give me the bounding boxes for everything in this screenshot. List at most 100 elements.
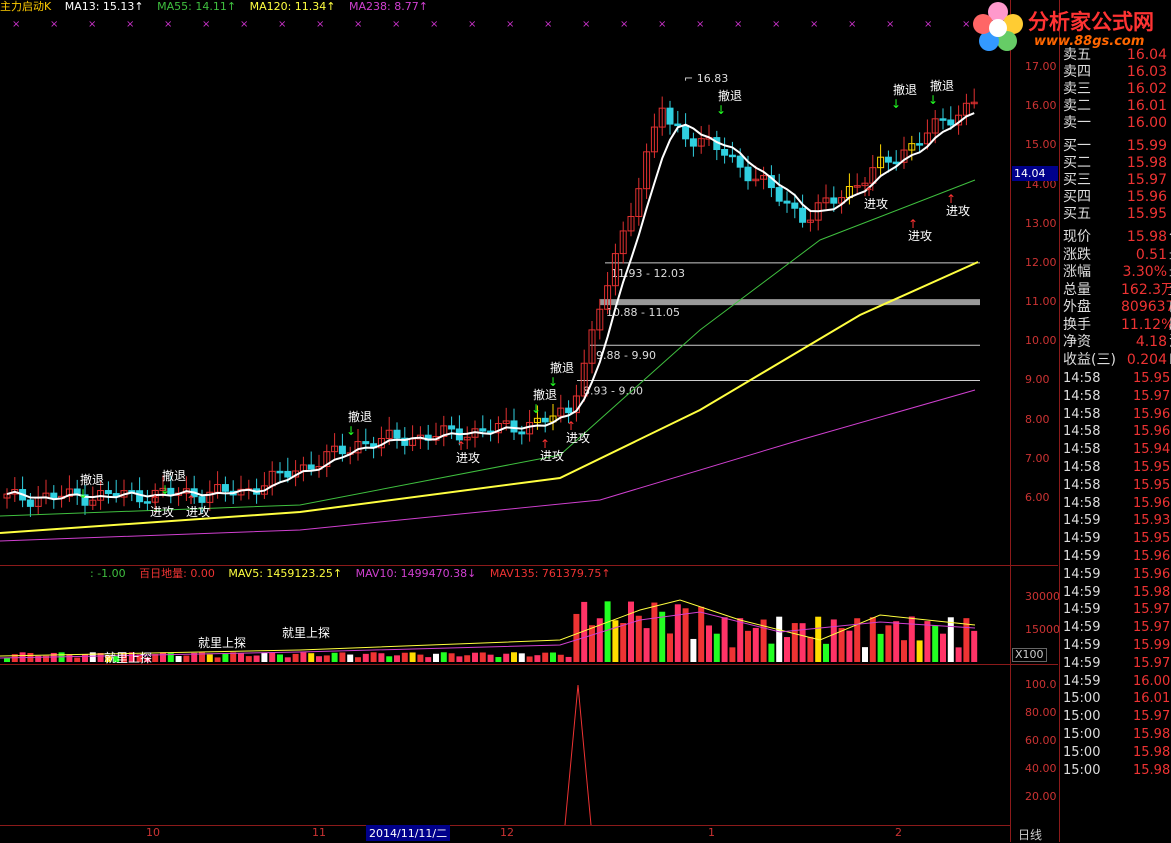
volume-bar (331, 652, 338, 662)
tick-row: 14:59 15.99 (1061, 637, 1171, 655)
volume-bar (752, 627, 759, 662)
marker-icon: × (772, 19, 780, 30)
price-tick: 7.00 (1025, 451, 1050, 465)
candle (682, 124, 690, 140)
tick-time: 15:00 (1063, 762, 1101, 778)
marker-icon: × (848, 19, 856, 30)
orderbook-row[interactable]: 卖四 16.03 (1061, 63, 1171, 81)
price-tick: 10.00 (1025, 334, 1057, 348)
volume-bar (971, 630, 978, 662)
quote-value: 809637 (1121, 299, 1171, 315)
date-tick: 2 (895, 826, 902, 839)
marker-icon: × (316, 19, 324, 30)
tick-row: 14:58 15.96 (1061, 406, 1171, 424)
tick-time: 14:59 (1063, 531, 1101, 547)
candle (221, 484, 229, 492)
orderbook-row[interactable]: 卖三 16.02 (1061, 80, 1171, 98)
date-tick: 11 (312, 826, 326, 839)
volume-bar (269, 652, 276, 662)
orderbook-row[interactable]: 买三 15.97 (1061, 171, 1171, 189)
volume-bar (495, 657, 502, 662)
volume-bar (448, 653, 455, 662)
orderbook-row[interactable]: 买二 15.98 (1061, 154, 1171, 172)
oscillator-line (564, 684, 592, 826)
marker-icon: × (126, 19, 134, 30)
orderbook-row[interactable]: 卖一 16.00 (1061, 114, 1171, 132)
quote-label: 现价 (1063, 229, 1091, 245)
volume-bar (776, 616, 783, 662)
volume-tick: 15000 (1025, 623, 1060, 636)
volume-bar (877, 633, 884, 662)
retreat-label: 撤退 (930, 78, 954, 93)
zone-label: 9.88 - 9.90 (596, 349, 656, 362)
volume-unit[interactable]: X100 (1012, 648, 1047, 662)
tick-price: 16.01 (1133, 691, 1171, 707)
volume-bar (901, 640, 907, 662)
volume-bar (409, 652, 416, 662)
volume-bar (947, 617, 954, 662)
attack-label: 进攻 (566, 431, 590, 445)
marker-icon: × (506, 19, 514, 30)
volume-bar (924, 621, 931, 662)
orderbook-label: 买三 (1063, 172, 1091, 188)
orderbook-row[interactable]: 买五 15.95 (1061, 205, 1171, 223)
volume-bar (690, 638, 697, 662)
price-tick: 16.00 (1025, 99, 1057, 113)
tick-price: 15.96 (1133, 406, 1171, 422)
volume-bar (721, 617, 728, 662)
tick-row: 15:00 15.97 (1061, 708, 1171, 726)
volume-bar (682, 608, 689, 662)
quote-value: 11.12% (1121, 316, 1171, 333)
date-axis: 10 11 12 1 2 (0, 825, 1010, 843)
volume-bar (745, 630, 751, 662)
volume-bar (589, 625, 595, 662)
tick-row: 14:58 15.95 (1061, 459, 1171, 477)
tick-time: 14:59 (1063, 655, 1101, 671)
attack-label: 进攻 (540, 449, 564, 463)
orderbook-label: 买四 (1063, 189, 1091, 205)
tick-price: 15.96 (1133, 424, 1171, 440)
period-button[interactable]: 日线 (1018, 826, 1042, 843)
down-arrow-icon: ↓ (891, 97, 901, 111)
volume-bar (955, 647, 962, 662)
marker-icon: × (924, 19, 932, 30)
tick-time: 14:59 (1063, 584, 1101, 600)
orderbook-price: 15.97 (1126, 172, 1167, 188)
tick-price: 15.98 (1133, 584, 1171, 600)
candle (198, 496, 206, 503)
orderbook-row[interactable]: 买四 15.96 (1061, 188, 1171, 206)
volume-bar (284, 657, 291, 662)
volume-bar (784, 637, 790, 662)
candle (518, 431, 526, 435)
down-arrow-icon: ↓ (531, 402, 541, 416)
price-tick: 6.00 (1025, 491, 1050, 504)
marker-icon: × (202, 19, 210, 30)
tick-row: 14:59 15.97 (1061, 619, 1171, 637)
down-arrow-icon: ↓ (78, 487, 88, 501)
orderbook-row[interactable]: 卖二 16.01 (1061, 97, 1171, 115)
orderbook-price: 16.03 (1126, 64, 1167, 80)
candle (510, 420, 518, 433)
tick-row: 14:58 15.94 (1061, 441, 1171, 459)
candle (50, 492, 58, 499)
candle (666, 107, 674, 125)
panel-divider (0, 664, 1058, 665)
quote-row: 换手11.12%股 (1061, 316, 1171, 334)
stock-terminal: 主力启动K MA13: 15.13↑ MA55: 14.11↑ MA120: 1… (0, 0, 1171, 842)
candle (947, 119, 955, 126)
tick-time: 14:59 (1063, 620, 1101, 636)
candle (783, 200, 791, 204)
marker-icon: × (12, 19, 20, 30)
attack-label: 进攻 (456, 451, 480, 465)
orderbook-row[interactable]: 买一 15.99 (1061, 137, 1171, 155)
attack-label: 进攻 (186, 505, 210, 519)
orderbook-label: 卖三 (1063, 81, 1091, 97)
volume-bar (316, 656, 322, 662)
kline-chart[interactable]: × × × × × × × × × × × × × × × × × × × × × × × × × ×11.93 - 12.031… (0, 0, 1010, 842)
candle (136, 490, 144, 503)
volume-bar (635, 615, 642, 662)
tick-time: 14:58 (1063, 424, 1101, 440)
tick-time: 14:59 (1063, 673, 1101, 689)
tick-time: 14:58 (1063, 371, 1101, 386)
tick-price: 15.97 (1133, 620, 1171, 636)
